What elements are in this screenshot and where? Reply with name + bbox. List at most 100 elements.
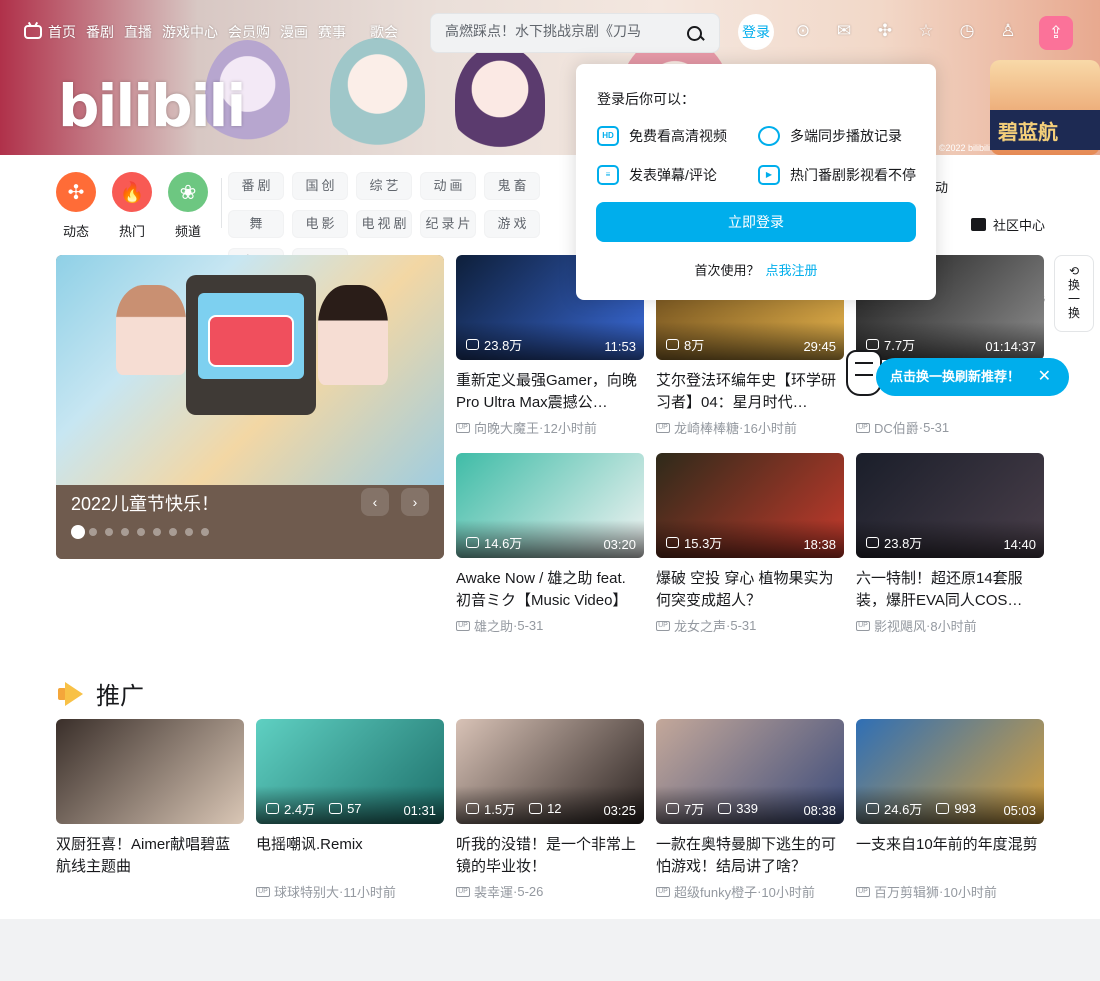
- video-card[interactable]: 24.6万 993 05:03 一支来自10年前的年度混剪 UP 百万剪辑狮 · 10小时…: [856, 719, 1044, 901]
- video-time: 5-26: [517, 884, 544, 899]
- creator-icon[interactable]: ♙: [997, 20, 1019, 42]
- video-card[interactable]: 15.3万 18:38 爆破 空投 穿心 植物果实为何突变成超人？ UP 龙女之声 · …: [656, 453, 844, 635]
- channel-tag[interactable]: 电影: [292, 210, 348, 238]
- login-avatar-button[interactable]: 登录: [738, 14, 774, 50]
- danmaku-icon: [529, 803, 543, 814]
- video-author[interactable]: 影视飓风: [874, 616, 926, 635]
- carousel-dot[interactable]: [137, 528, 145, 536]
- video-card[interactable]: 7万 339 08:38 一款在奥特曼脚下逃生的可怕游戏！结局讲了啥？ UP 超级funk…: [656, 719, 844, 901]
- channel-tag[interactable]: 鬼畜: [484, 172, 540, 200]
- carousel-dot[interactable]: [105, 528, 113, 536]
- carousel-dot[interactable]: [71, 525, 85, 539]
- video-author[interactable]: 超级funky橙子: [674, 882, 757, 901]
- video-title[interactable]: 电摇嘲讽.Remix: [256, 834, 444, 878]
- carousel-dot[interactable]: [185, 528, 193, 536]
- video-meta: UP 龙崎棒棒糖 · 16小时前: [656, 418, 844, 437]
- video-title[interactable]: 爆破 空投 穿心 植物果实为何突变成超人？: [656, 568, 844, 612]
- video-card[interactable]: 1.5万 12 03:25 听我的没错！是一个非常上镜的毕业妆！ UP 裴幸運 · 5-2…: [456, 719, 644, 901]
- carousel-next-button[interactable]: ›: [401, 488, 429, 516]
- nav-item[interactable]: 歌会: [370, 22, 398, 42]
- close-icon[interactable]: ✕: [1038, 358, 1051, 396]
- nav-item[interactable]: 赛事: [318, 22, 346, 42]
- video-author[interactable]: 百万剪辑狮: [874, 882, 939, 901]
- nav-item-label: 赛事: [318, 24, 346, 40]
- video-title[interactable]: 六一特制！超还原14套服装，爆肝EVA同人COS…: [856, 568, 1044, 612]
- channel-shortcut[interactable]: ✣ 动态: [56, 172, 96, 240]
- video-title[interactable]: 艾尔登法环编年史【环学研习者】04：星月时代…: [656, 370, 844, 414]
- history-icon[interactable]: ◷: [956, 20, 978, 42]
- upload-button[interactable]: ⇪: [1039, 16, 1073, 50]
- video-author[interactable]: 龙崎棒棒糖: [674, 418, 739, 437]
- video-author[interactable]: 龙女之声: [674, 616, 726, 635]
- channel-shortcut[interactable]: 🔥 热门: [112, 172, 152, 240]
- nav-item[interactable]: 漫画: [280, 22, 308, 42]
- video-title[interactable]: Awake Now / 雄之助 feat. 初音ミク【Music Video】: [456, 568, 644, 612]
- chevron-right-icon: ›: [412, 494, 418, 510]
- carousel-dot[interactable]: [153, 528, 161, 536]
- channel-tag[interactable]: 纪录片: [420, 210, 476, 238]
- favorite-icon[interactable]: ☆: [915, 20, 937, 42]
- message-icon[interactable]: ✉: [833, 20, 855, 42]
- video-thumbnail[interactable]: 14.6万 03:20: [456, 453, 644, 558]
- carousel-image[interactable]: [56, 255, 444, 485]
- carousel-dot[interactable]: [201, 528, 209, 536]
- video-author[interactable]: 向晚大魔王: [474, 418, 539, 437]
- search-icon[interactable]: [681, 20, 709, 48]
- video-title[interactable]: 听我的没错！是一个非常上镜的毕业妆！: [456, 834, 644, 878]
- channel-tag[interactable]: 番剧: [228, 172, 284, 200]
- video-thumbnail[interactable]: 2.4万 57 01:31: [256, 719, 444, 824]
- vip-icon[interactable]: ⊙: [792, 20, 814, 42]
- video-thumbnail[interactable]: 23.8万 14:40: [856, 453, 1044, 558]
- banner-carousel[interactable]: 2022儿童节快乐！ ‹ ›: [56, 255, 444, 559]
- bilibili-logo[interactable]: bilibili: [58, 72, 246, 140]
- video-title[interactable]: 双厨狂喜！Aimer献唱碧蓝航线主题曲: [56, 834, 244, 878]
- refresh-tip-text: 点击换一换刷新推荐！: [890, 369, 1021, 384]
- search-input[interactable]: [445, 23, 645, 39]
- nav-item[interactable]: 游戏中心: [162, 22, 218, 42]
- carousel-dot[interactable]: [121, 528, 129, 536]
- channel-tag[interactable]: 国创: [292, 172, 348, 200]
- video-thumbnail[interactable]: [56, 719, 244, 824]
- carousel-dot[interactable]: [169, 528, 177, 536]
- nav-item[interactable]: 首页: [24, 22, 76, 42]
- login-now-button[interactable]: 立即登录: [596, 202, 916, 242]
- carousel-dot[interactable]: [89, 528, 97, 536]
- channel-tag[interactable]: 综艺: [356, 172, 412, 200]
- side-link[interactable]: 动: [935, 176, 1045, 196]
- nav-item[interactable]: 会员购: [228, 22, 270, 42]
- footer-band: [0, 919, 1100, 981]
- carousel-prev-button[interactable]: ‹: [361, 488, 389, 516]
- register-link[interactable]: 点我注册: [766, 263, 818, 278]
- side-link[interactable]: 社区中心: [935, 214, 1045, 234]
- video-thumbnail[interactable]: 15.3万 18:38: [656, 453, 844, 558]
- refresh-button[interactable]: ⟲ 换一换: [1054, 255, 1094, 332]
- video-thumbnail[interactable]: 7万 339 08:38: [656, 719, 844, 824]
- video-author[interactable]: DC伯爵: [874, 418, 919, 437]
- dynamic-icon[interactable]: ✣: [874, 20, 896, 42]
- video-title[interactable]: 一款在奥特曼脚下逃生的可怕游戏！结局讲了啥？: [656, 834, 844, 878]
- video-duration: 05:03: [1003, 803, 1036, 818]
- video-author[interactable]: 裴幸運: [474, 882, 513, 901]
- video-card[interactable]: 双厨狂喜！Aimer献唱碧蓝航线主题曲: [56, 719, 244, 878]
- video-card[interactable]: 23.8万 14:40 六一特制！超还原14套服装，爆肝EVA同人COS… UP 影视飓…: [856, 453, 1044, 635]
- video-thumbnail[interactable]: 24.6万 993 05:03: [856, 719, 1044, 824]
- video-card[interactable]: 14.6万 03:20 Awake Now / 雄之助 feat. 初音ミク【Mus…: [456, 453, 644, 635]
- video-title[interactable]: 重新定义最强Gamer，向晚Pro Ultra Max震撼公…: [456, 370, 644, 414]
- channel-tag[interactable]: 电视剧: [356, 210, 412, 238]
- search-bar[interactable]: [430, 13, 720, 53]
- video-card[interactable]: 2.4万 57 01:31 电摇嘲讽.Remix UP 球球特别大 · 11小时前: [256, 719, 444, 901]
- channel-tag[interactable]: 舞: [228, 210, 284, 238]
- channel-shortcut[interactable]: ❀ 频道: [168, 172, 208, 240]
- video-author[interactable]: 球球特别大: [274, 882, 339, 901]
- carousel-title[interactable]: 2022儿童节快乐！: [71, 490, 219, 516]
- side-link-icon: [971, 217, 986, 231]
- refresh-label-char: 换: [1067, 278, 1080, 292]
- refresh-label-char: 换: [1067, 306, 1080, 320]
- video-title[interactable]: 一支来自10年前的年度混剪: [856, 834, 1044, 878]
- channel-tag[interactable]: 动画: [420, 172, 476, 200]
- channel-tag[interactable]: 游戏: [484, 210, 540, 238]
- video-author[interactable]: 雄之助: [474, 616, 513, 635]
- nav-item[interactable]: 直播: [124, 22, 152, 42]
- video-thumbnail[interactable]: 1.5万 12 03:25: [456, 719, 644, 824]
- nav-item[interactable]: 番剧: [86, 22, 114, 42]
